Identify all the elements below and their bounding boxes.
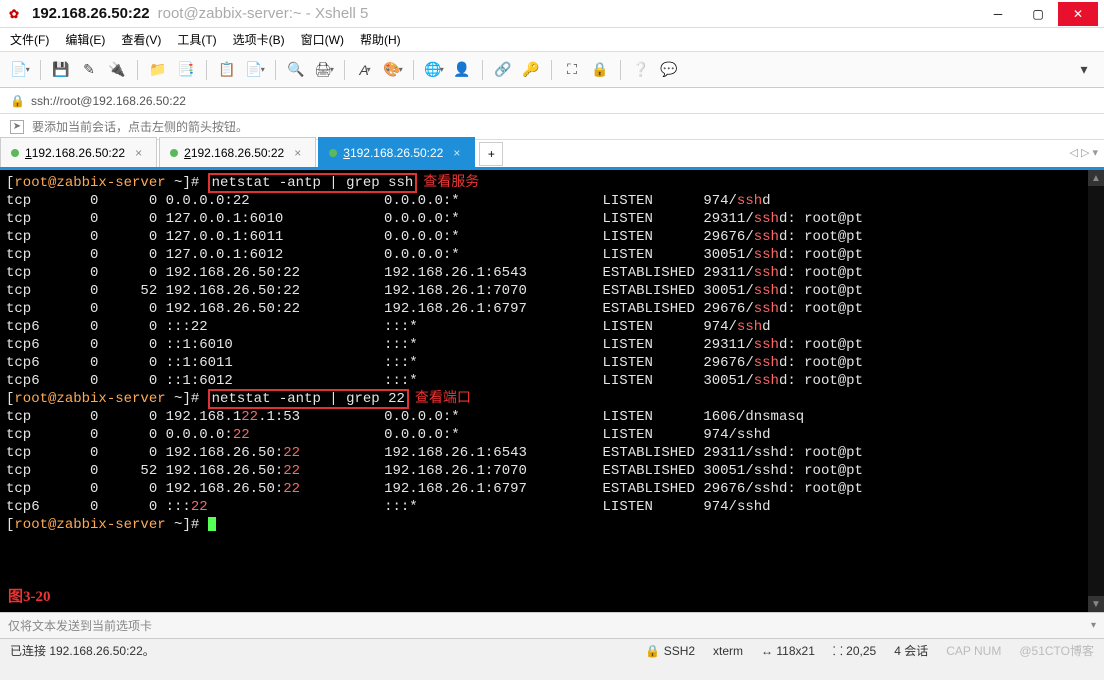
globe-icon[interactable]: 🌐▾	[422, 58, 446, 82]
link-icon[interactable]: 🔗	[491, 58, 515, 82]
menu-tabs[interactable]: 选项卡(B)	[233, 31, 285, 48]
tab-status-icon	[170, 149, 178, 157]
add-session-icon[interactable]: ➤	[10, 120, 24, 134]
maximize-button[interactable]: ▢	[1018, 2, 1058, 26]
tab-status-icon	[11, 149, 19, 157]
toolbar-overflow-icon[interactable]: ▾	[1072, 58, 1096, 82]
new-session-icon[interactable]: 📄▾	[8, 58, 32, 82]
session-tabs: 1 192.168.26.50:22×2 192.168.26.50:22×3 …	[0, 140, 1104, 170]
menu-edit[interactable]: 编辑(E)	[65, 31, 105, 48]
menu-file[interactable]: 文件(F)	[10, 31, 49, 48]
tab-status-icon	[329, 149, 337, 157]
status-term: xterm	[713, 644, 743, 658]
send-text: 仅将文本发送到当前选项卡	[8, 617, 152, 634]
lock-icon[interactable]: 🔒	[588, 58, 612, 82]
menu-bar: 文件(F) 编辑(E) 查看(V) 工具(T) 选项卡(B) 窗口(W) 帮助(…	[0, 28, 1104, 52]
scroll-up-icon[interactable]: ▲	[1088, 170, 1104, 186]
status-caps: CAP NUM	[946, 644, 1001, 658]
toolbar: 📄▾ 💾 ✎ 🔌 📁 📑 📋 📄▾ 🔍 🖨▾ A▾ 🎨▾ 🌐▾ 👤 🔗 🔑 ⛶ …	[0, 52, 1104, 88]
address-bar[interactable]: 🔒 ssh://root@192.168.26.50:22	[0, 88, 1104, 114]
status-sessions: 4 会话	[894, 642, 928, 659]
fullscreen-icon[interactable]: ⛶	[560, 58, 584, 82]
edit-icon[interactable]: ✎	[77, 58, 101, 82]
scroll-down-icon[interactable]: ▼	[1088, 596, 1104, 612]
disconnect-icon[interactable]: 🔌	[105, 58, 129, 82]
send-bar[interactable]: 仅将文本发送到当前选项卡 ▾	[0, 612, 1104, 638]
menu-help[interactable]: 帮助(H)	[360, 31, 401, 48]
close-button[interactable]: ✕	[1058, 2, 1098, 26]
status-proto: 🔒 SSH2	[645, 644, 695, 658]
address-text: ssh://root@192.168.26.50:22	[31, 94, 186, 108]
status-connection: 已连接 192.168.26.50:22。	[10, 642, 155, 659]
terminal-scrollbar[interactable]: ▲ ▼	[1088, 170, 1104, 612]
paste-icon[interactable]: 📄▾	[243, 58, 267, 82]
address-lock-icon: 🔒	[10, 94, 25, 108]
status-pos: ⸬ 20,25	[833, 642, 876, 659]
key-icon[interactable]: 🔑	[519, 58, 543, 82]
terminal-output[interactable]: [root@zabbix-server ~]# netstat -antp | …	[0, 170, 1104, 612]
hint-text: 要添加当前会话，点击左侧的箭头按钮。	[32, 118, 248, 135]
session-tab[interactable]: 1 192.168.26.50:22×	[0, 137, 157, 167]
menu-window[interactable]: 窗口(W)	[301, 31, 344, 48]
properties-icon[interactable]: 📑	[174, 58, 198, 82]
save-icon[interactable]: 💾	[49, 58, 73, 82]
tab-scroll-icons[interactable]: ◁ ▷ ▾	[1069, 146, 1098, 159]
help-icon[interactable]: ❔	[629, 58, 653, 82]
session-tab[interactable]: 3 192.168.26.50:22×	[318, 137, 475, 167]
font-icon[interactable]: A▾	[353, 58, 377, 82]
app-logo-icon: ✿	[6, 6, 22, 22]
print-icon[interactable]: 🖨▾	[312, 58, 336, 82]
minimize-button[interactable]: ─	[978, 2, 1018, 26]
folder-icon[interactable]: 📁	[146, 58, 170, 82]
tab-close-icon[interactable]: ×	[294, 146, 301, 160]
tab-close-icon[interactable]: ×	[453, 146, 460, 160]
send-dropdown-icon[interactable]: ▾	[1091, 620, 1096, 631]
user-add-icon[interactable]: 👤	[450, 58, 474, 82]
title-ip: 192.168.26.50:22	[32, 5, 150, 22]
chat-icon[interactable]: 💬	[657, 58, 681, 82]
title-sub: root@zabbix-server:~ - Xshell 5	[158, 5, 369, 22]
menu-view[interactable]: 查看(V)	[121, 31, 161, 48]
search-icon[interactable]: 🔍	[284, 58, 308, 82]
status-size: ↔ 118x21	[761, 644, 815, 658]
menu-tools[interactable]: 工具(T)	[177, 31, 216, 48]
session-tab[interactable]: 2 192.168.26.50:22×	[159, 137, 316, 167]
tab-close-icon[interactable]: ×	[135, 146, 142, 160]
color-icon[interactable]: 🎨▾	[381, 58, 405, 82]
new-tab-button[interactable]: +	[479, 142, 503, 166]
title-bar: ✿ 192.168.26.50:22 root@zabbix-server:~ …	[0, 0, 1104, 28]
watermark: @51CTO博客	[1019, 642, 1094, 659]
status-bar: 已连接 192.168.26.50:22。 🔒 SSH2 xterm ↔ 118…	[0, 638, 1104, 662]
copy-icon[interactable]: 📋	[215, 58, 239, 82]
